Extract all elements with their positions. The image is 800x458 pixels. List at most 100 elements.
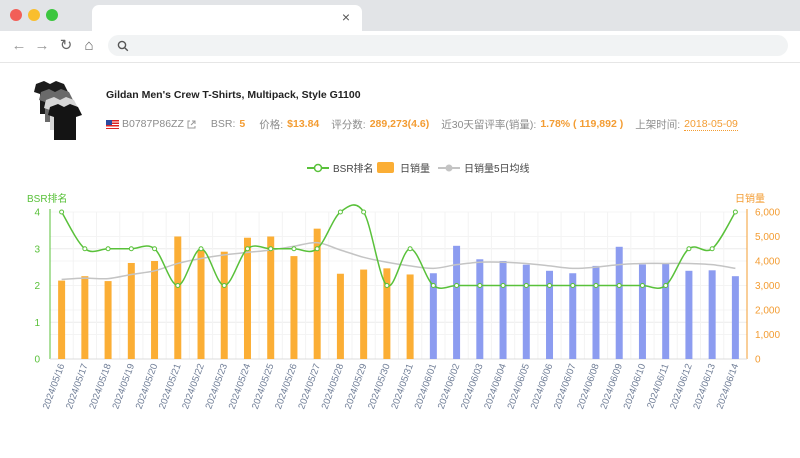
bsr-point bbox=[175, 283, 181, 288]
product-title[interactable]: Gildan Men's Crew T-Shirts, Multipack, S… bbox=[106, 89, 361, 101]
bsr-point bbox=[454, 283, 460, 288]
listed-date: 2018-05-09 bbox=[684, 117, 738, 131]
sales-bar bbox=[290, 256, 298, 359]
sales-bar bbox=[569, 273, 577, 359]
tshirt-stack-icon bbox=[34, 81, 82, 140]
sales-bar bbox=[638, 264, 646, 359]
sales-bar bbox=[615, 246, 623, 359]
bsr-line bbox=[60, 204, 737, 289]
x-tick-label: 2024/05/30 bbox=[366, 362, 393, 410]
product-header: Gildan Men's Crew T-Shirts, Multipack, S… bbox=[0, 62, 800, 142]
tab-close-icon[interactable]: × bbox=[342, 9, 350, 25]
sales-bar bbox=[662, 263, 670, 359]
legend-bsr-marker bbox=[307, 163, 329, 172]
sales-bar bbox=[360, 269, 368, 359]
y-right-tick-label: 6,000 bbox=[755, 208, 780, 219]
maximize-window-dot[interactable] bbox=[46, 9, 58, 21]
sales-bar bbox=[313, 228, 321, 359]
bsr-point bbox=[430, 283, 436, 288]
y-left-tick-label: 1 bbox=[34, 318, 40, 329]
external-link-icon[interactable] bbox=[187, 120, 196, 129]
legend-avg-marker bbox=[438, 164, 460, 171]
legend-sales[interactable]: 日销量 bbox=[377, 160, 430, 175]
x-tick-label: 2024/05/28 bbox=[320, 362, 347, 410]
sales-bar bbox=[220, 251, 228, 359]
y-right-tick-label: 4,000 bbox=[755, 257, 780, 268]
x-tick-label: 2024/06/04 bbox=[482, 362, 509, 410]
bsr-point bbox=[152, 246, 158, 252]
bsr-point bbox=[593, 283, 599, 288]
sales-bar bbox=[546, 270, 554, 359]
asin-link[interactable]: B0787P86ZZ bbox=[122, 118, 184, 130]
bsr-point bbox=[732, 209, 738, 215]
listed-label: 上架时间: bbox=[635, 118, 681, 131]
us-flag-icon bbox=[106, 119, 119, 129]
sales-bar bbox=[267, 236, 275, 359]
x-tick-label: 2024/06/13 bbox=[691, 362, 718, 410]
browser-tab[interactable]: × bbox=[92, 5, 362, 31]
sales-bar bbox=[592, 265, 600, 359]
close-window-dot[interactable] bbox=[10, 9, 22, 21]
bsr-point bbox=[523, 283, 529, 288]
y-right-tick-label: 0 bbox=[755, 355, 761, 366]
sales-bar bbox=[383, 268, 391, 359]
y-right-tick-label: 3,000 bbox=[755, 281, 780, 292]
price-label: 价格: bbox=[259, 118, 284, 131]
x-tick-label: 2024/05/26 bbox=[273, 362, 300, 410]
y-right-title: 日销量 bbox=[735, 194, 765, 205]
avg-line bbox=[61, 241, 736, 281]
x-tick-label: 2024/06/12 bbox=[668, 362, 695, 410]
bsr-point bbox=[128, 246, 134, 252]
bsr-point bbox=[407, 246, 413, 252]
sales-bar bbox=[81, 276, 89, 359]
bsr-label: BSR: bbox=[210, 118, 236, 130]
bsr-point bbox=[547, 283, 553, 288]
y-left-title: BSR排名 bbox=[27, 194, 68, 205]
x-tick-label: 2024/06/03 bbox=[459, 362, 486, 410]
search-icon bbox=[117, 40, 129, 52]
legend-avg[interactable]: 日销量5日均线 bbox=[438, 160, 530, 175]
legend-avg-label: 日销量5日均线 bbox=[464, 164, 530, 175]
x-tick-label: 2024/05/27 bbox=[296, 362, 323, 410]
sales-bar bbox=[243, 237, 251, 359]
sales-bar bbox=[731, 276, 739, 359]
x-tick-label: 2024/05/20 bbox=[134, 362, 161, 410]
product-thumbnail[interactable] bbox=[28, 80, 88, 142]
x-tick-label: 2024/06/11 bbox=[645, 362, 671, 410]
x-tick-label: 2024/05/17 bbox=[64, 362, 91, 410]
address-bar[interactable] bbox=[108, 35, 788, 56]
x-tick-label: 2024/05/31 bbox=[389, 362, 416, 410]
bsr-point bbox=[686, 246, 692, 252]
sales-bar bbox=[174, 236, 182, 359]
bsr-point bbox=[291, 246, 297, 252]
bsr-point bbox=[337, 209, 343, 215]
reload-icon[interactable]: ↻ bbox=[57, 37, 75, 55]
sales-bar bbox=[151, 261, 159, 359]
bsr-point bbox=[709, 246, 715, 252]
back-icon[interactable]: ← bbox=[10, 37, 28, 55]
x-tick-label: 2024/05/16 bbox=[41, 362, 68, 410]
y-left-tick-label: 0 bbox=[34, 355, 40, 366]
legend-sales-marker bbox=[377, 162, 394, 173]
browser-toolbar: ← → ↻ ⌂ bbox=[0, 31, 800, 63]
bsr-point bbox=[384, 283, 390, 288]
x-tick-label: 2024/06/14 bbox=[715, 362, 742, 410]
minimize-window-dot[interactable] bbox=[28, 9, 40, 21]
x-tick-label: 2024/06/09 bbox=[598, 362, 625, 410]
bsr-point bbox=[500, 283, 506, 288]
forward-icon[interactable]: → bbox=[33, 37, 51, 55]
sales-bar bbox=[499, 261, 507, 359]
sales-bar bbox=[685, 270, 693, 359]
x-tick-label: 2024/05/25 bbox=[250, 362, 277, 410]
home-icon[interactable]: ⌂ bbox=[80, 37, 98, 55]
y-left-tick-label: 2 bbox=[34, 281, 40, 292]
legend-bsr[interactable]: BSR排名 bbox=[307, 160, 374, 175]
chart-legend: BSR排名 日销量 日销量5日均线 bbox=[0, 160, 800, 175]
bsr-point bbox=[198, 246, 204, 252]
y-right-tick-label: 1,000 bbox=[755, 330, 780, 341]
bsr-point bbox=[663, 283, 669, 288]
legend-bsr-label: BSR排名 bbox=[333, 164, 374, 175]
sales-bar bbox=[336, 273, 344, 359]
sales-bar bbox=[429, 273, 437, 359]
x-tick-label: 2024/05/19 bbox=[111, 362, 138, 410]
